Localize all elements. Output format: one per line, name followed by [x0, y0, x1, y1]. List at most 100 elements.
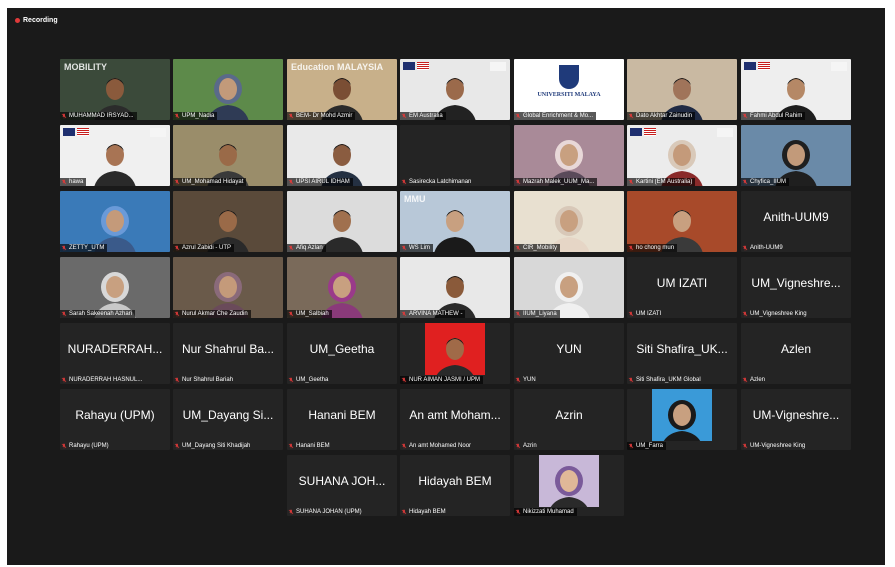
mic-muted-icon [174, 179, 180, 185]
mic-muted-icon [515, 179, 521, 185]
study-in-australia-logo-icon [831, 62, 847, 71]
participant-tile[interactable]: UM_Mohamad Hidayat [173, 125, 283, 186]
participant-tile[interactable]: Nur Shahrul Ba... Nur Shahrul Bariah [173, 323, 283, 384]
mic-muted-icon [174, 245, 180, 251]
mic-muted-icon [288, 509, 294, 515]
participant-tile[interactable]: Anith-UUM9 Anith-UUM9 [741, 191, 851, 252]
participant-name-label: Dato Akhtar Zainudin [627, 112, 696, 120]
participant-display-name: Siti Shafira_UK... [636, 342, 728, 356]
participant-tile[interactable]: NUR AIMAN JASMI / UPM [400, 323, 510, 384]
recording-indicator[interactable]: Recording [15, 17, 58, 24]
participant-video-figure [436, 338, 474, 375]
study-in-australia-logo-icon [150, 128, 166, 137]
participant-tile[interactable]: ARVINA MATHEW - [400, 257, 510, 318]
participant-name-label: Afiq Azlan [287, 244, 326, 252]
mic-muted-icon [401, 311, 407, 317]
participant-name-label: Azlen [741, 376, 768, 384]
participant-name: SUHANA JOHAN (UPM) [296, 509, 362, 515]
mic-muted-icon [515, 443, 521, 449]
participant-tile[interactable]: Azrul Zabidi - UTP [173, 191, 283, 252]
participant-tile[interactable]: Sarah Sakeenah Azhari [60, 257, 170, 318]
participant-name: An amt Mohamed Noor [409, 443, 472, 449]
participant-tile[interactable]: UM IZATI UM IZATI [627, 257, 737, 318]
participant-tile[interactable]: Nikizzati Muhamad [514, 455, 624, 516]
participant-photo [652, 389, 712, 441]
participant-name-label: UM_Dayang Siti Khadijah [173, 442, 253, 450]
participant-tile[interactable]: Hidayah BEM Hidayah BEM [400, 455, 510, 516]
participant-name: UM IZATI [636, 311, 662, 317]
participant-name: NURADERRAH HASNUL... [69, 377, 143, 383]
recording-label: Recording [23, 17, 58, 24]
mic-muted-icon [628, 179, 634, 185]
participant-tile[interactable]: MOBILITY MUHAMMAD IRSYAD... [60, 59, 170, 120]
participant-name: MUHAMMAD IRSYAD... [69, 113, 134, 119]
participant-tile[interactable]: Education MALAYSIA BEM- Dr Mohd Azmir [287, 59, 397, 120]
participant-name-label: UM-Vigneshree King [741, 442, 808, 450]
participant-display-name: Azlen [780, 342, 812, 356]
participant-tile[interactable]: UM_Geetha UM_Geetha [287, 323, 397, 384]
participant-tile[interactable]: UM_Farra [627, 389, 737, 450]
mic-muted-icon [628, 443, 634, 449]
participant-tile[interactable]: Fahmi Abdul Rahim [741, 59, 851, 120]
participant-tile[interactable]: UM_Vigneshre... UM_Vigneshree King [741, 257, 851, 318]
participant-display-name: UM IZATI [656, 276, 708, 290]
participant-tile[interactable]: Rahayu (UPM) Rahayu (UPM) [60, 389, 170, 450]
participant-tile[interactable]: Chyfica_IIUM [741, 125, 851, 186]
participant-tile[interactable]: NURADERRAH... NURADERRAH HASNUL... [60, 323, 170, 384]
participant-name-label: UM_Salbiah [287, 310, 332, 318]
participant-tile[interactable]: UNIVERSITI MALAYA Global Enrichment & Mo.… [514, 59, 624, 120]
participant-name: UM_Mohamad Hidayat [182, 179, 244, 185]
participant-tile[interactable]: EM Australia [400, 59, 510, 120]
participant-tile[interactable]: ZETTY_UTM [60, 191, 170, 252]
participant-display-name: Azrin [555, 408, 583, 422]
participant-name: Sarah Sakeenah Azhari [69, 311, 133, 317]
participant-tile[interactable]: ho chong mun [627, 191, 737, 252]
participant-name-label: MUHAMMAD IRSYAD... [60, 112, 137, 120]
mic-muted-icon [401, 443, 407, 449]
participant-name-label: Siti Shafira_UKM Global [627, 376, 704, 384]
participant-tile[interactable]: YUN YUN [514, 323, 624, 384]
participant-tile[interactable]: Nurul Akmar Che Zaudin [173, 257, 283, 318]
participant-tile[interactable]: Sasirecka Latchimanan [400, 125, 510, 186]
participant-tile[interactable]: hawa [60, 125, 170, 186]
malaysia-flag-icon [758, 62, 770, 70]
participant-tile[interactable]: UM_Salbiah [287, 257, 397, 318]
participant-name-label: Anith-UUM9 [741, 244, 786, 252]
participant-tile[interactable]: MMU WS Lim [400, 191, 510, 252]
participant-tile[interactable]: UPSI AIRUL IDHAM [287, 125, 397, 186]
participant-tile[interactable]: Azrin Azrin [514, 389, 624, 450]
participant-tile[interactable]: UM_Dayang Si... UM_Dayang Siti Khadijah [173, 389, 283, 450]
mic-muted-icon [288, 311, 294, 317]
study-in-australia-logo-icon [717, 128, 733, 137]
participant-tile[interactable]: UPM_Nadia [173, 59, 283, 120]
participant-name-label: IIUM_Liyana [514, 310, 560, 318]
mic-muted-icon [61, 443, 67, 449]
participant-tile[interactable]: Mazrah Malek_UUM_Ma... [514, 125, 624, 186]
australia-flag-icon [744, 62, 756, 70]
mic-muted-icon [742, 443, 748, 449]
participant-name-label: Rahayu (UPM) [60, 442, 112, 450]
participant-tile[interactable]: Kartini (EM Australia) [627, 125, 737, 186]
participant-tile[interactable]: Azlen Azlen [741, 323, 851, 384]
participant-tile[interactable]: SUHANA JOH... SUHANA JOHAN (UPM) [287, 455, 397, 516]
participant-name-label: ho chong mun [627, 244, 678, 252]
participant-name-label: SUHANA JOHAN (UPM) [287, 508, 365, 516]
participant-tile[interactable]: Afiq Azlan [287, 191, 397, 252]
australia-flag-icon [63, 128, 75, 136]
participant-name: Mazrah Malek_UUM_Ma... [523, 179, 595, 185]
participant-tile[interactable]: IIUM_Liyana [514, 257, 624, 318]
participant-name: CIR_Mobility [523, 245, 558, 251]
participant-tile[interactable]: Dato Akhtar Zainudin [627, 59, 737, 120]
mic-muted-icon [515, 509, 521, 515]
participant-tile[interactable]: CIR_Mobility [514, 191, 624, 252]
participant-tile[interactable]: Siti Shafira_UK... Siti Shafira_UKM Globa… [627, 323, 737, 384]
mic-muted-icon [401, 245, 407, 251]
participant-name: UM_Dayang Siti Khadijah [182, 443, 251, 449]
participant-tile[interactable]: UM-Vigneshre... UM-Vigneshree King [741, 389, 851, 450]
participant-name-label: ARVINA MATHEW - [400, 310, 466, 318]
participant-tile[interactable]: Hanani BEM Hanani BEM [287, 389, 397, 450]
participant-display-name: UM-Vigneshre... [752, 408, 840, 422]
mic-muted-icon [174, 311, 180, 317]
participant-tile[interactable]: An amt Moham... An amt Mohamed Noor [400, 389, 510, 450]
participant-name: NUR AIMAN JASMI / UPM [409, 377, 481, 383]
